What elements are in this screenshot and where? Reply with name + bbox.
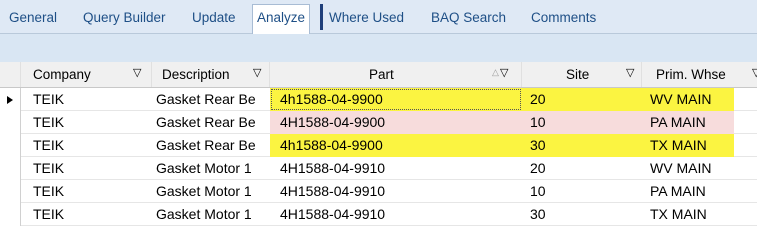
cell-site[interactable]: 10 (522, 111, 642, 134)
cell-company[interactable]: TEIK (33, 134, 151, 157)
table-row[interactable]: TEIK Gasket Rear Be 4h1588-04-9900 30 TX… (0, 134, 757, 157)
column-label: Site (566, 67, 590, 82)
cell-company[interactable]: TEIK (33, 111, 151, 134)
cell-site[interactable]: 20 (522, 157, 642, 180)
filter-icon[interactable]: ▽ (133, 62, 141, 85)
row-selector[interactable] (0, 134, 21, 157)
tab-baq-search[interactable]: BAQ Search (431, 9, 506, 27)
cell-prim-whse[interactable]: WV MAIN (642, 88, 734, 111)
filter-icon[interactable]: ▽ (253, 62, 261, 85)
cell-prim-whse[interactable]: PA MAIN (642, 111, 734, 134)
table-row[interactable]: TEIK Gasket Motor 1 4H1588-04-9910 10 PA… (0, 180, 757, 203)
tab-query-builder[interactable]: Query Builder (83, 9, 166, 27)
tab-where-used[interactable]: Where Used (329, 9, 404, 27)
cell-company[interactable]: TEIK (33, 157, 151, 180)
column-header-prim-whse[interactable]: Prim. Whse ▽ (642, 62, 757, 87)
cell-part[interactable]: 4h1588-04-9900 (270, 134, 522, 157)
sort-ascending-icon: △ (492, 67, 499, 77)
column-header-part[interactable]: Part △ ▽ (270, 62, 522, 87)
column-label: Part (369, 67, 394, 82)
table-row[interactable]: TEIK Gasket Motor 1 4H1588-04-9910 30 TX… (0, 203, 757, 226)
column-label: Description (162, 67, 230, 82)
cell-site[interactable]: 10 (522, 180, 642, 203)
cell-part[interactable]: 4H1588-04-9900 (270, 111, 522, 134)
group-by-area (0, 34, 757, 62)
cell-company[interactable]: TEIK (33, 88, 151, 111)
cell-prim-whse[interactable]: PA MAIN (642, 180, 734, 203)
filter-icon[interactable]: ▽ (626, 62, 634, 85)
row-selector[interactable] (0, 88, 21, 111)
cell-part[interactable]: 4H1588-04-9910 (270, 157, 522, 180)
cell-prim-whse[interactable]: WV MAIN (642, 157, 734, 180)
column-header-description[interactable]: Description ▽ (152, 62, 270, 87)
column-label: Prim. Whse (656, 67, 726, 82)
filter-icon[interactable]: ▽ (500, 62, 508, 85)
cell-company[interactable]: TEIK (33, 203, 151, 226)
cell-part[interactable]: 4H1588-04-9910 (270, 180, 522, 203)
cell-description[interactable]: Gasket Motor 1 (156, 180, 270, 203)
filter-icon[interactable]: ▽ (752, 62, 757, 85)
current-row-arrow-icon (7, 96, 13, 104)
table-row[interactable]: TEIK Gasket Motor 1 4H1588-04-9910 20 WV… (0, 157, 757, 180)
tab-general[interactable]: General (9, 9, 57, 27)
tab-strip: General Query Builder Update Analyze Whe… (0, 0, 757, 34)
row-selector[interactable] (0, 111, 21, 134)
cell-site[interactable]: 30 (522, 203, 642, 226)
cell-part[interactable]: 4h1588-04-9900 (270, 88, 522, 111)
column-header-company[interactable]: Company ▽ (21, 62, 152, 87)
cell-description[interactable]: Gasket Motor 1 (156, 203, 270, 226)
grid-header: Company ▽ Description ▽ Part △ ▽ Site ▽ … (0, 62, 757, 88)
row-selector[interactable] (0, 203, 21, 226)
cell-description[interactable]: Gasket Rear Be (156, 111, 270, 134)
cell-prim-whse[interactable]: TX MAIN (642, 203, 734, 226)
row-selector[interactable] (0, 157, 21, 180)
row-selector-header (0, 62, 21, 87)
tab-update[interactable]: Update (192, 9, 236, 27)
cell-site[interactable]: 20 (522, 88, 642, 111)
tab-analyze[interactable]: Analyze (252, 4, 311, 34)
column-label: Company (33, 67, 91, 82)
results-grid: Company ▽ Description ▽ Part △ ▽ Site ▽ … (0, 62, 757, 249)
tab-comments[interactable]: Comments (531, 9, 596, 27)
cell-part[interactable]: 4H1588-04-9910 (270, 203, 522, 226)
cell-prim-whse[interactable]: TX MAIN (642, 134, 734, 157)
table-row[interactable]: TEIK Gasket Rear Be 4h1588-04-9900 20 WV… (0, 88, 757, 111)
cell-company[interactable]: TEIK (33, 180, 151, 203)
row-selector[interactable] (0, 180, 21, 203)
cell-site[interactable]: 30 (522, 134, 642, 157)
column-header-site[interactable]: Site ▽ (522, 62, 642, 87)
cell-description[interactable]: Gasket Rear Be (156, 88, 270, 111)
table-row[interactable]: TEIK Gasket Rear Be 4H1588-04-9900 10 PA… (0, 111, 757, 134)
cell-description[interactable]: Gasket Rear Be (156, 134, 270, 157)
cell-description[interactable]: Gasket Motor 1 (156, 157, 270, 180)
tab-separator (320, 4, 323, 30)
